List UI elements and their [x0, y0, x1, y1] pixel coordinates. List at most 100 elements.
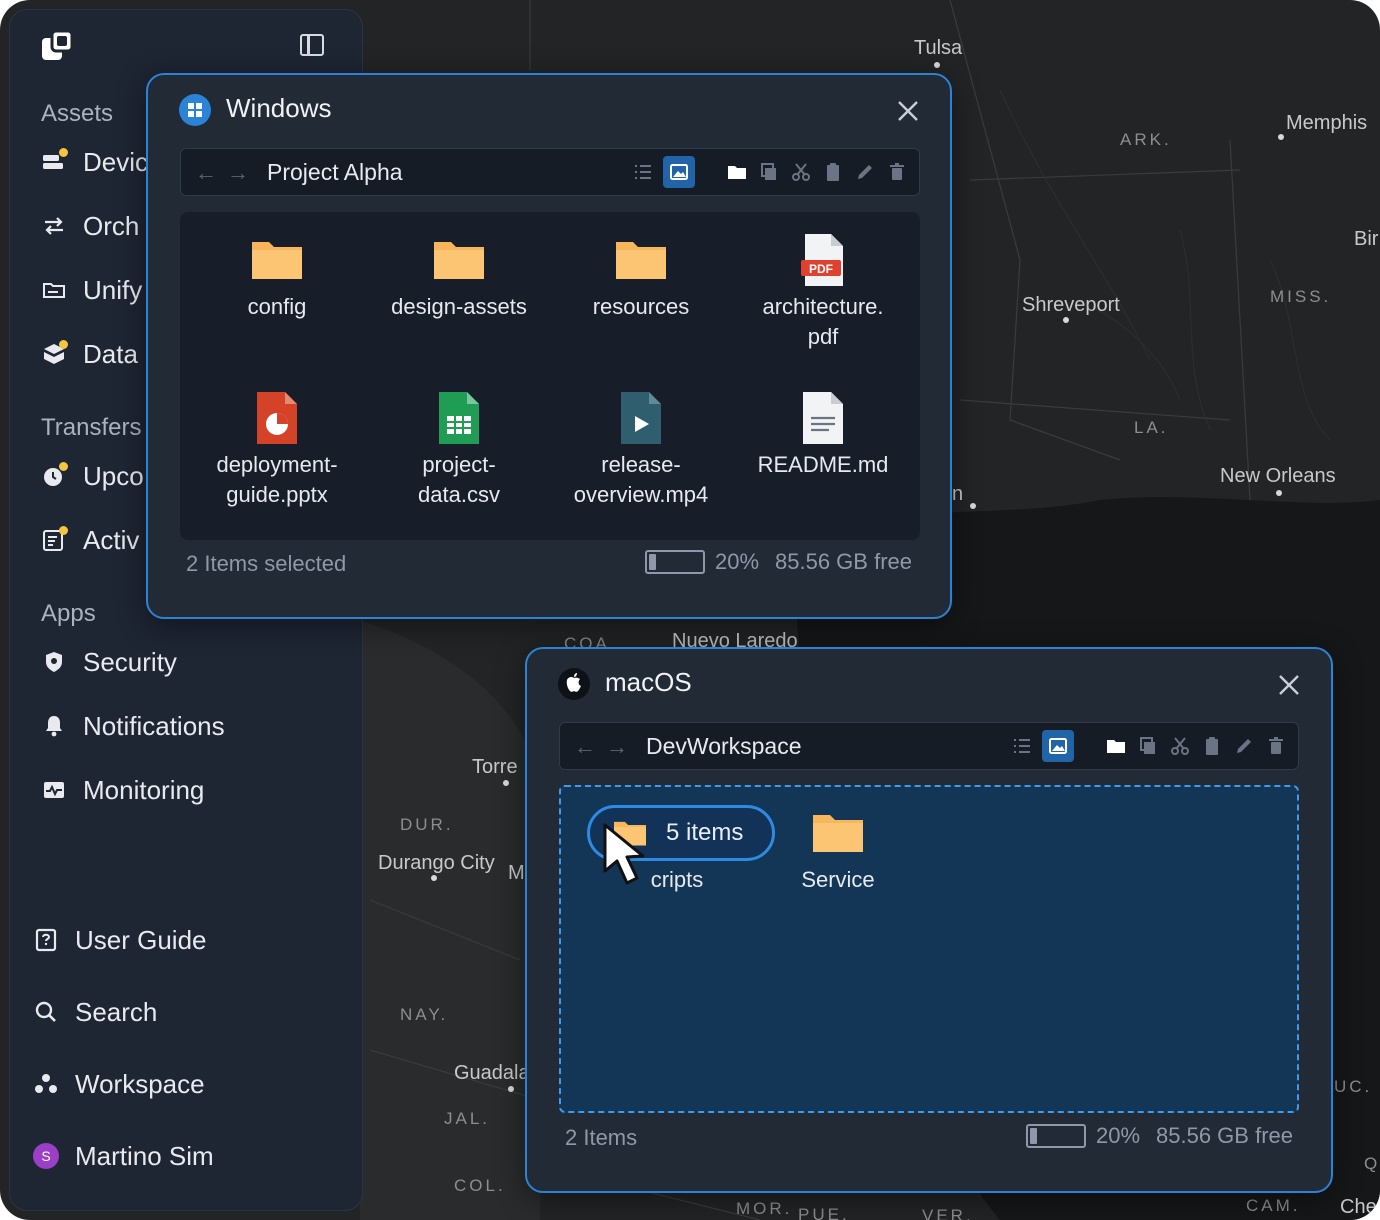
new-folder-icon[interactable]	[725, 156, 749, 188]
sidebar-item-upcoming[interactable]: Upco	[41, 456, 144, 496]
sidebar-item-profile[interactable]: S Martino Sim	[33, 1136, 214, 1176]
rename-icon[interactable]	[853, 156, 877, 188]
selection-status: 2 Items selected	[186, 551, 347, 576]
file-name: design-assets	[391, 294, 527, 319]
map-label: COL.	[454, 1176, 506, 1195]
city-dot	[970, 503, 976, 509]
drag-count: 5 items	[666, 819, 744, 846]
pptx-file-icon	[257, 392, 297, 444]
city-dot	[934, 62, 940, 68]
address-bar: ← → Project Alpha	[180, 148, 920, 196]
cut-icon[interactable]	[1168, 730, 1192, 762]
sidebar-item-label: Search	[75, 996, 158, 1027]
sidebar-item-workspace[interactable]: Workspace	[33, 1064, 205, 1104]
close-icon[interactable]	[896, 99, 920, 123]
city-dot	[1276, 490, 1282, 496]
sidebar-item-search[interactable]: Search	[33, 992, 157, 1032]
map-label: NAY.	[400, 1005, 449, 1024]
csv-file-icon	[439, 392, 479, 444]
rename-icon[interactable]	[1232, 730, 1256, 762]
video-file-icon	[621, 392, 661, 444]
file-item[interactable]: deployment- guide.pptx	[192, 390, 362, 510]
delete-icon[interactable]	[885, 156, 909, 188]
storage-bar-fill	[1029, 1128, 1038, 1144]
file-name: deployment- guide.pptx	[216, 452, 338, 507]
forward-arrow-icon[interactable]: →	[606, 734, 628, 760]
help-book-icon	[33, 927, 59, 953]
file-item[interactable]: release- overview.mp4	[556, 390, 726, 510]
sidebar-item-data[interactable]: Data	[41, 334, 138, 374]
toolbar	[1010, 730, 1288, 762]
copy-icon[interactable]	[757, 156, 781, 188]
sidebar-item-security[interactable]: Security	[41, 642, 177, 682]
file-item[interactable]: PDF architecture. pdf	[738, 232, 908, 352]
map-label: Tulsa	[914, 37, 963, 59]
file-item[interactable]: design-assets	[374, 232, 544, 322]
sidebar-item-label: Notifications	[83, 710, 225, 741]
avatar: S	[33, 1143, 59, 1169]
sidebar-item-label: Upco	[83, 460, 144, 491]
windows-logo-icon	[179, 94, 211, 126]
file-item[interactable]: config	[192, 232, 362, 322]
folder-icon	[813, 815, 863, 852]
sidebar-item-notifications[interactable]: Notifications	[41, 706, 225, 746]
close-icon[interactable]	[1277, 673, 1301, 697]
sidebar-item-devices[interactable]: Devic	[41, 142, 148, 182]
paste-icon[interactable]	[1200, 730, 1224, 762]
forward-arrow-icon[interactable]: →	[227, 160, 249, 186]
back-arrow-icon[interactable]: ←	[195, 160, 217, 186]
map-label: Durango City	[378, 852, 495, 874]
paste-icon[interactable]	[821, 156, 845, 188]
grid-view-icon[interactable]	[663, 156, 695, 188]
storage-status: 20% 85.56 GB free	[1025, 1123, 1293, 1149]
cut-icon[interactable]	[789, 156, 813, 188]
sidebar-item-user-guide[interactable]: User Guide	[33, 920, 207, 960]
sidebar-item-monitoring[interactable]: Monitoring	[41, 770, 204, 810]
map-label: New Orleans	[1220, 465, 1336, 487]
delete-icon[interactable]	[1264, 730, 1288, 762]
map-label: PUE.	[798, 1205, 850, 1220]
apple-logo-icon	[558, 668, 590, 700]
file-item[interactable]: README.md	[738, 390, 908, 480]
address-bar: ← → DevWorkspace	[559, 722, 1299, 770]
grid-view-icon[interactable]	[1042, 730, 1074, 762]
map-label: MOR.	[736, 1199, 793, 1218]
app-logo[interactable]	[40, 28, 76, 64]
sidebar-toggle-icon[interactable]	[300, 34, 324, 56]
map-label: Che	[1340, 1196, 1377, 1218]
map-label: MISS.	[1270, 287, 1332, 306]
file-name: release- overview.mp4	[573, 452, 709, 507]
data-icon	[41, 340, 68, 367]
city-dot	[503, 780, 509, 786]
list-view-icon[interactable]	[631, 156, 655, 188]
file-item[interactable]: Service	[753, 805, 923, 895]
sidebar-item-unify[interactable]: Unify	[41, 270, 142, 310]
folder-icon	[434, 242, 484, 279]
file-item[interactable]: resources	[556, 232, 726, 322]
unify-icon	[41, 277, 67, 303]
copy-icon[interactable]	[1136, 730, 1160, 762]
city-dot	[1278, 134, 1284, 140]
sidebar-item-activity[interactable]: Activ	[41, 520, 139, 560]
storage-percent: 20%	[714, 549, 760, 574]
activity-icon	[41, 526, 68, 553]
cursor-arrow-icon	[603, 823, 645, 885]
map-label: Torre	[472, 756, 518, 778]
map-label: Memphis	[1286, 112, 1368, 134]
map-label: CAM.	[1246, 1196, 1301, 1215]
macos-explorer-window: macOS ← → DevWorkspace cripts Service 5 …	[525, 647, 1333, 1193]
new-folder-icon[interactable]	[1104, 730, 1128, 762]
current-path: Project Alpha	[267, 159, 403, 185]
map-label: VER.	[922, 1206, 974, 1220]
folder-icon	[616, 242, 666, 279]
map-label: JAL.	[444, 1109, 491, 1128]
file-item[interactable]: project- data.csv	[374, 390, 544, 510]
sidebar-item-label: Security	[83, 646, 177, 677]
back-arrow-icon[interactable]: ←	[574, 734, 596, 760]
toolbar	[631, 156, 909, 188]
sidebar-item-orchestration[interactable]: Orch	[41, 206, 139, 246]
list-view-icon[interactable]	[1010, 730, 1034, 762]
city-dot	[1063, 317, 1069, 323]
document-file-icon	[803, 392, 843, 444]
map-label: Bir	[1354, 228, 1379, 250]
